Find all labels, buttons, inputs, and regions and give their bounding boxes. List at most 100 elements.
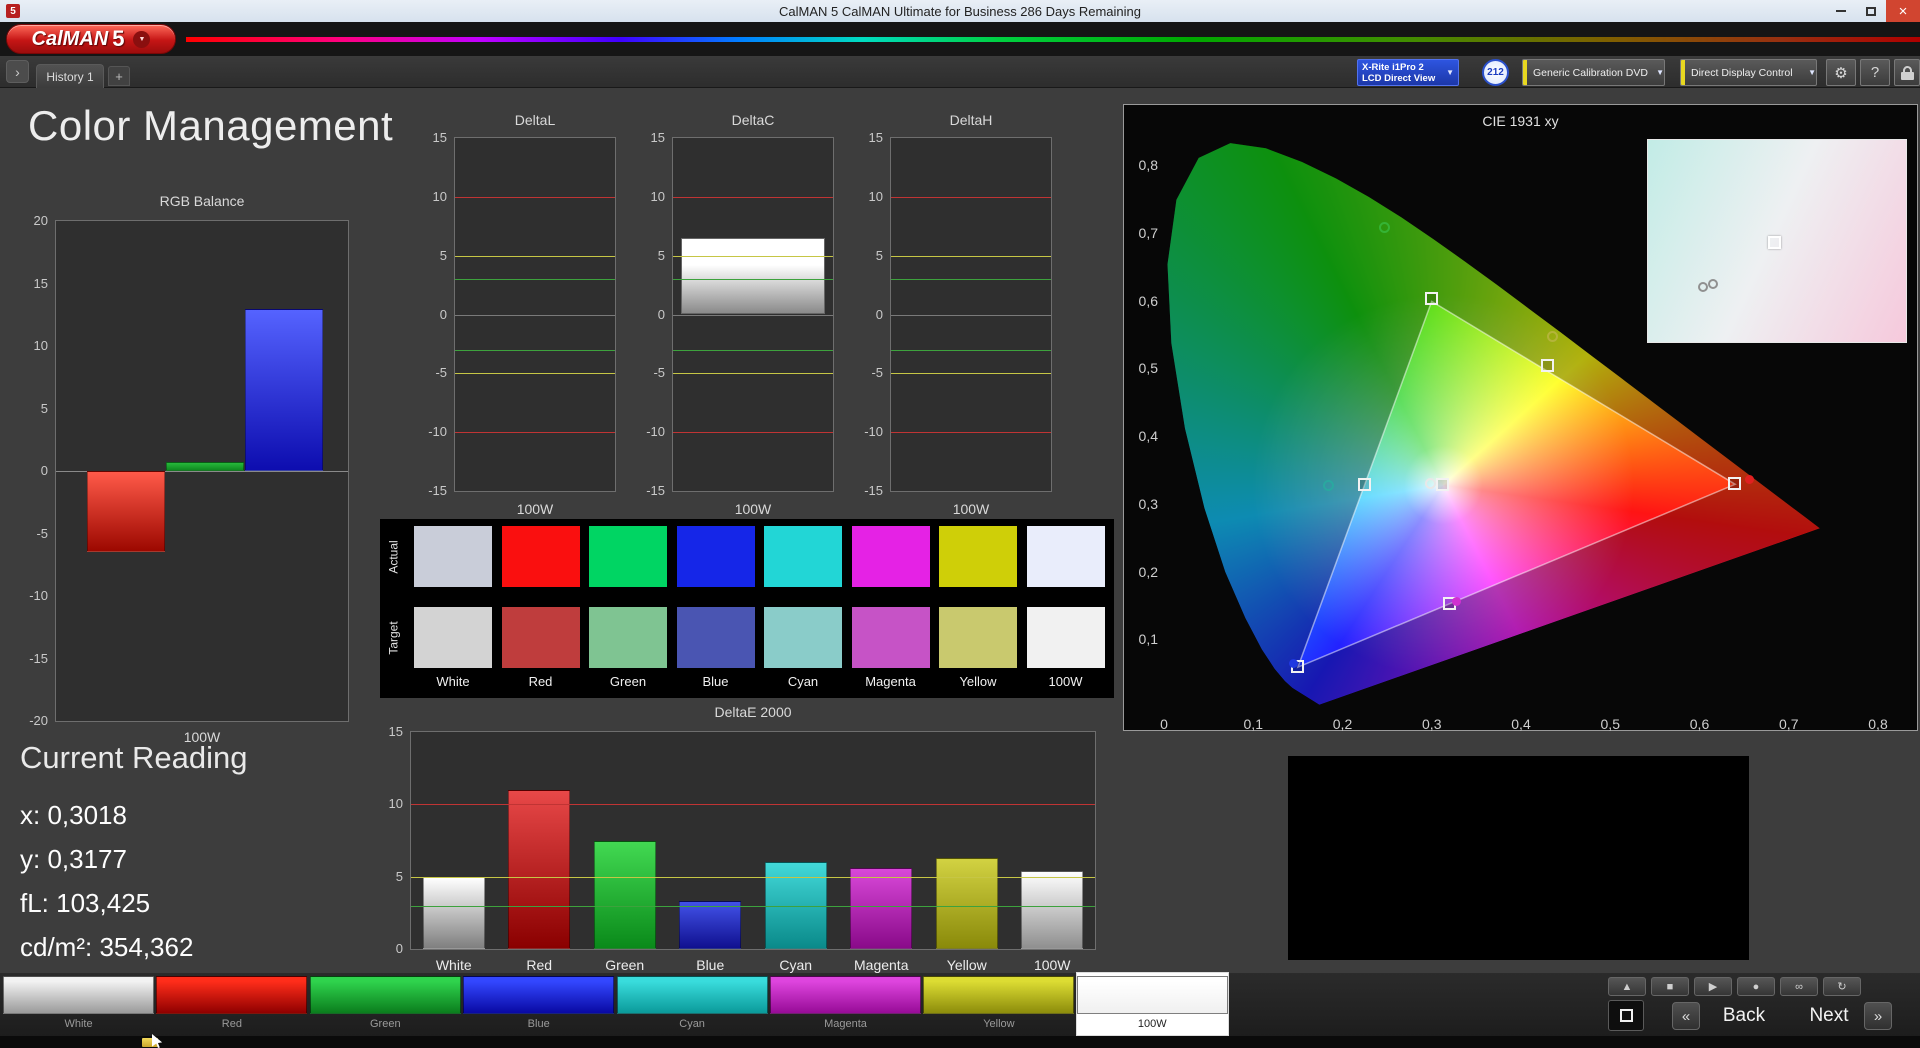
y-tick-label: 0,3	[1126, 496, 1158, 512]
deltae-bar-green	[594, 841, 656, 950]
loop-button[interactable]: ∞	[1780, 977, 1818, 996]
chart-title: DeltaH	[866, 112, 1076, 128]
minimize-icon	[1836, 10, 1846, 12]
actual-swatch-yellow	[939, 526, 1017, 587]
y-tick-label: 15	[415, 130, 447, 145]
y-tick-label: -15	[851, 483, 883, 498]
stop-button[interactable]: ■	[1651, 977, 1689, 996]
next-chevron-button[interactable]: »	[1864, 1002, 1892, 1030]
ref-line	[891, 350, 1051, 351]
ref-line	[455, 197, 615, 198]
column-label: Cyan	[764, 674, 842, 689]
pattern-bar: WhiteRedGreenBlueCyanMagentaYellow100W ▲…	[0, 973, 1920, 1036]
ref-line	[673, 350, 833, 351]
ref-line	[455, 432, 615, 433]
deltae-bar-100w	[1021, 871, 1083, 949]
chevron-down-icon: ▼	[1656, 68, 1664, 77]
delta-bar	[681, 238, 825, 314]
ref-line	[891, 432, 1051, 433]
y-tick-label: 0,5	[1126, 360, 1158, 376]
y-tick-label: 15	[633, 130, 665, 145]
cie-1931-panel: CIE 1931 xy00,10,20,30,40,50,60,70,80,80…	[1123, 104, 1918, 731]
x-tick-label: 0,4	[1501, 716, 1541, 732]
target-point	[1436, 478, 1449, 491]
chevron-down-icon: ▼	[138, 36, 145, 43]
logo-version: 5	[112, 26, 124, 52]
refresh-button[interactable]: ↻	[1823, 977, 1861, 996]
eject-button[interactable]: ▲	[1608, 977, 1646, 996]
actual-swatch-red	[502, 526, 580, 587]
titlebar: 5 CalMAN 5 CalMAN Ultimate for Business …	[0, 0, 1920, 22]
inset-measured-point	[1698, 282, 1708, 292]
back-chevron-button[interactable]: «	[1672, 1002, 1700, 1030]
y-tick-label: 0,8	[1126, 157, 1158, 173]
calman-window: 5 CalMAN 5 CalMAN Ultimate for Business …	[0, 0, 1920, 1048]
chevron-down-icon: ▼	[1446, 68, 1454, 77]
lock-button[interactable]	[1894, 59, 1920, 86]
x-category-label: Yellow	[924, 957, 1010, 973]
column-label: 100W	[1027, 674, 1105, 689]
y-tick-label: -5	[633, 365, 665, 380]
y-tick-label: 10	[633, 189, 665, 204]
target-swatch-blue	[677, 607, 755, 668]
y-tick-label: 20	[14, 213, 48, 228]
source-select-button[interactable]: Generic Calibration DVD ▼	[1522, 59, 1665, 86]
tab-history-1[interactable]: History 1	[36, 64, 104, 88]
help-button[interactable]: ?	[1860, 59, 1890, 86]
target-point	[1728, 477, 1741, 490]
y-tick-label: -5	[14, 526, 48, 541]
measured-dot	[1452, 597, 1461, 606]
ref-line	[455, 256, 615, 257]
calman-logo[interactable]: CalMAN 5 ▼	[6, 24, 176, 54]
tab-scroll-button[interactable]: ›	[6, 60, 29, 83]
y-tick-label: -15	[14, 651, 48, 666]
close-button[interactable]: ×	[1886, 0, 1920, 22]
meter-line1: X-Rite i1Pro 2	[1362, 62, 1443, 73]
record-button[interactable]: ●	[1737, 977, 1775, 996]
y-tick-label: 0,7	[1126, 225, 1158, 241]
logo-dropdown-button[interactable]: ▼	[133, 31, 150, 48]
back-button[interactable]: Back	[1702, 1002, 1786, 1030]
tab-bar: › History 1 + X-Rite i1Pro 2 LCD Direct …	[0, 56, 1920, 88]
ref-line	[673, 279, 833, 280]
deltae-bar-magenta	[850, 868, 912, 949]
app-header: CalMAN 5 ▼	[0, 22, 1920, 56]
rgb-bar-red	[87, 471, 165, 552]
y-tick-label: 0,6	[1126, 293, 1158, 309]
actual-swatch-magenta	[852, 526, 930, 587]
add-tab-button[interactable]: +	[108, 66, 130, 86]
ref-line	[673, 197, 833, 198]
ref-line	[891, 256, 1051, 257]
pattern-window-icon	[1620, 1009, 1633, 1022]
settings-button[interactable]: ⚙	[1826, 59, 1856, 86]
deltae2000-chart: DeltaE 2000151050WhiteRedGreenBlueCyanMa…	[410, 731, 1096, 950]
next-button[interactable]: Next	[1794, 1002, 1864, 1030]
deltae-bar-red	[508, 790, 570, 949]
gear-icon: ⚙	[1834, 64, 1847, 82]
rgb-balance-chart: RGB Balance20151050-5-10-15-20100W	[55, 220, 349, 722]
play-button[interactable]: ▶	[1694, 977, 1732, 996]
y-tick-label: -5	[415, 365, 447, 380]
x-tick-label: 0,7	[1769, 716, 1809, 732]
x-tick-label: 0,5	[1590, 716, 1630, 732]
minimize-button[interactable]	[1826, 0, 1856, 22]
ref-line	[411, 804, 1095, 805]
column-label: Green	[589, 674, 667, 689]
meter-select-button[interactable]: X-Rite i1Pro 2 LCD Direct View ▼	[1357, 59, 1459, 86]
y-tick-label: -5	[851, 365, 883, 380]
pattern-window-button[interactable]	[1608, 1000, 1644, 1031]
y-tick-label: 10	[415, 189, 447, 204]
row-label-text: Target	[387, 621, 401, 654]
target-swatch-red	[502, 607, 580, 668]
maximize-button[interactable]	[1856, 0, 1886, 22]
app-icon: 5	[6, 4, 20, 18]
display-control-button[interactable]: Direct Display Control ▼	[1680, 59, 1817, 86]
chart-title: RGB Balance	[26, 193, 378, 209]
y-tick-label: -15	[415, 483, 447, 498]
target-point	[1358, 478, 1371, 491]
chevron-right-icon: »	[1874, 1008, 1882, 1025]
ref-line	[673, 256, 833, 257]
y-tick-label: -10	[14, 588, 48, 603]
y-tick-label: 5	[14, 401, 48, 416]
chevron-down-icon: ▼	[1808, 68, 1816, 77]
